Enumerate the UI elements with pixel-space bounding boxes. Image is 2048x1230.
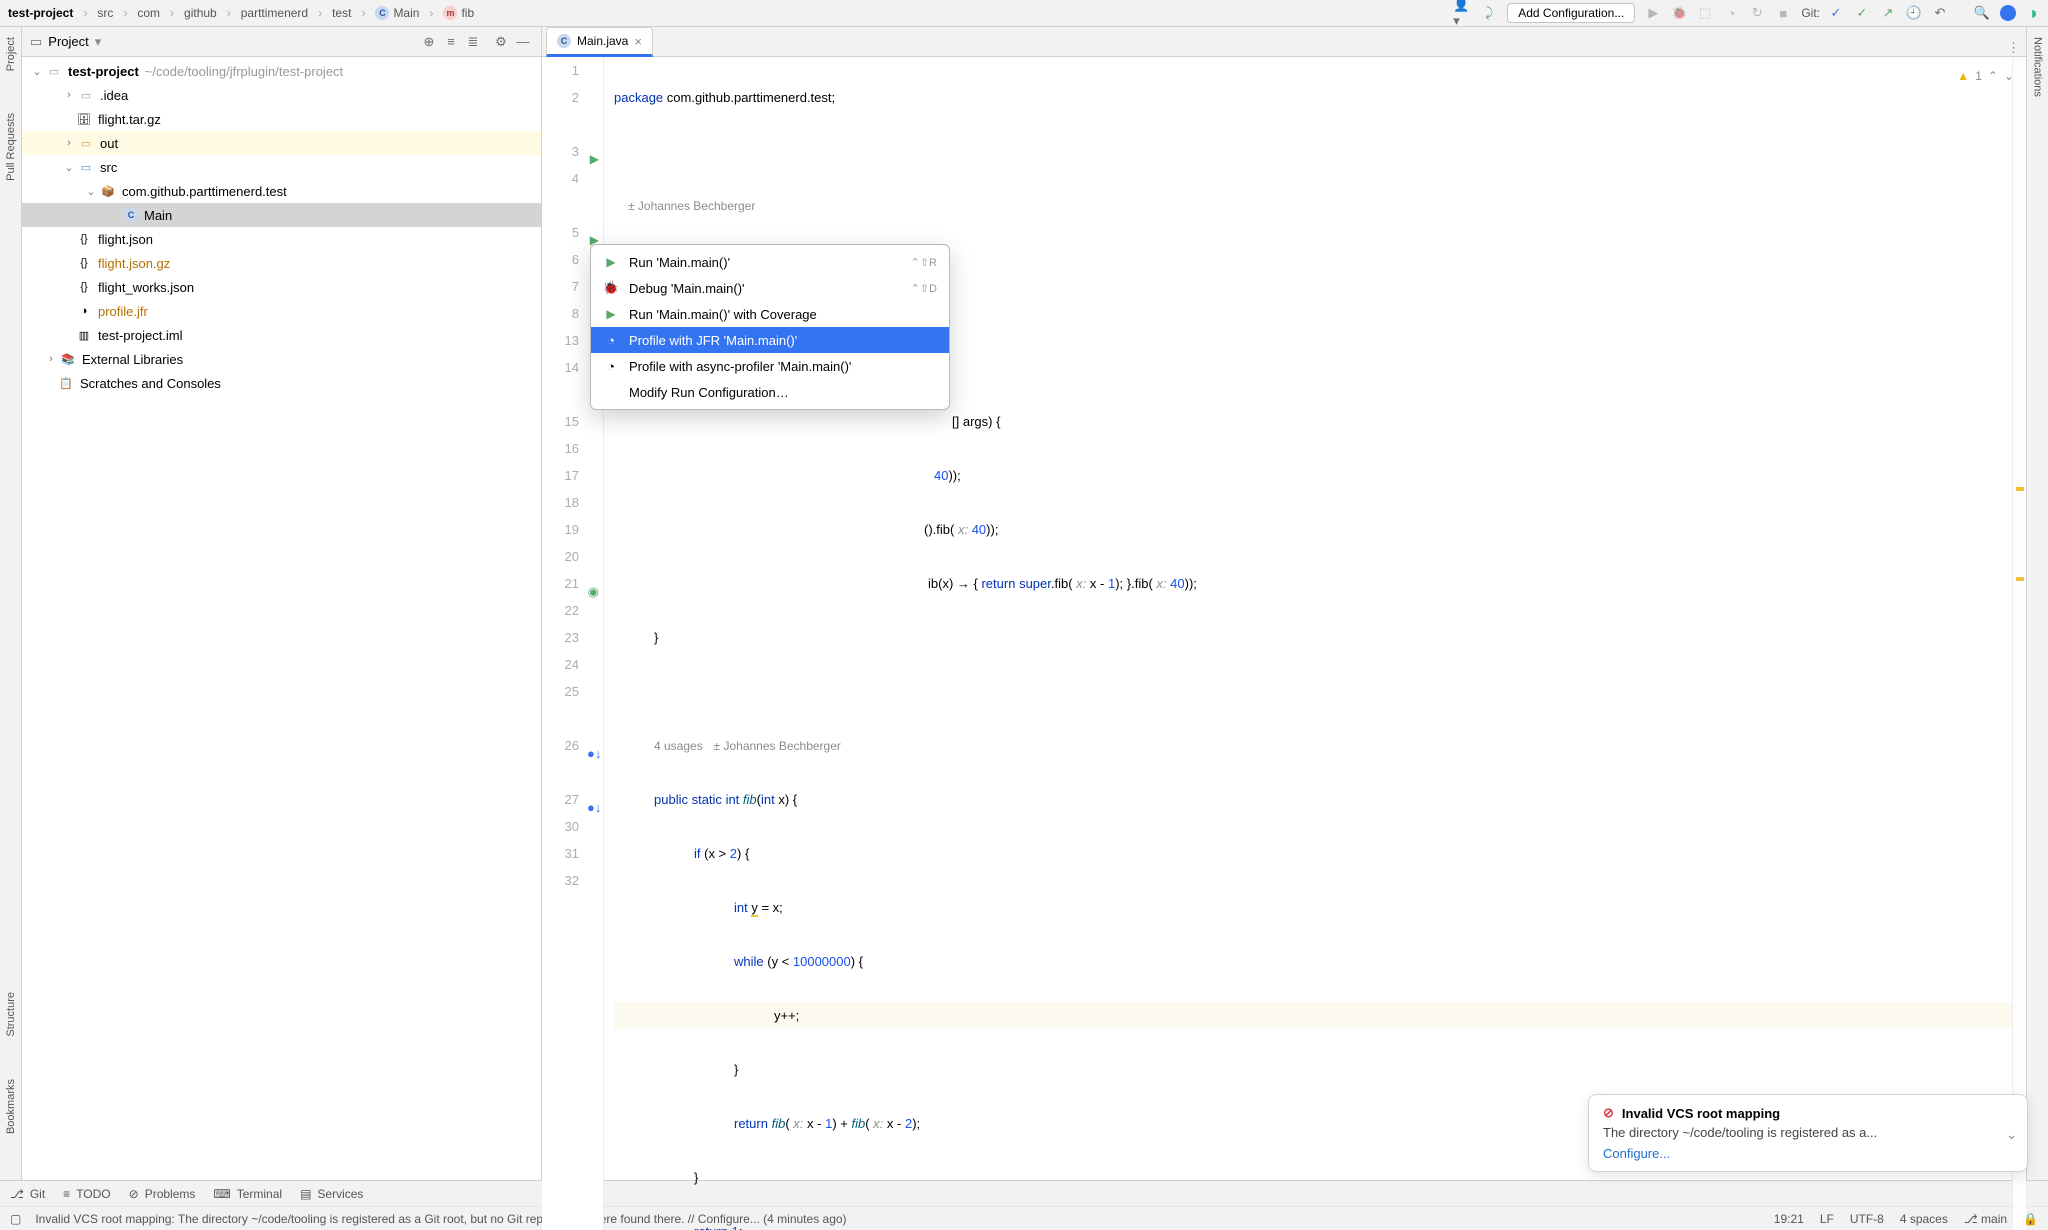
- ctx-debug[interactable]: 🐞Debug 'Main.main()'⌃⇧D: [591, 275, 949, 301]
- bc-test[interactable]: test: [328, 4, 355, 22]
- rerun-icon[interactable]: ↻: [1747, 3, 1767, 23]
- ctx-modify[interactable]: Modify Run Configuration…: [591, 379, 949, 405]
- status-icon[interactable]: ▢: [10, 1212, 21, 1226]
- tree-item-out[interactable]: ›▭out: [22, 131, 541, 155]
- tool-todo[interactable]: ≡ TODO: [63, 1187, 110, 1201]
- tool-git[interactable]: ⎇ Git: [10, 1187, 45, 1201]
- tree-item-flight-gz[interactable]: {}flight.json.gz: [22, 251, 541, 275]
- profile-icon[interactable]: ◔: [1721, 3, 1741, 23]
- rail-notifications[interactable]: Notifications: [2032, 31, 2044, 103]
- has-impl-icon[interactable]: ●↓: [587, 740, 599, 752]
- hide-icon[interactable]: —: [513, 32, 533, 52]
- notification-balloon[interactable]: ⊘Invalid VCS root mapping The directory …: [1588, 1094, 2028, 1172]
- tree-scratches[interactable]: 📋Scratches and Consoles: [22, 371, 541, 395]
- run-icon[interactable]: ▶: [1643, 3, 1663, 23]
- tree-item-flight-json[interactable]: {}flight.json: [22, 227, 541, 251]
- tree-item-pkg[interactable]: ⌄📦com.github.parttimenerd.test: [22, 179, 541, 203]
- stop-icon[interactable]: ■: [1773, 3, 1793, 23]
- next-highlight-icon[interactable]: ⌄: [2004, 63, 2014, 90]
- code-area[interactable]: ▲1 ⌃⌄ 1 2 3▶ 4 5▶ 6 7 8 13 14: [542, 57, 2026, 1230]
- rail-structure[interactable]: Structure: [5, 986, 17, 1043]
- coverage-icon[interactable]: ⬚: [1695, 3, 1715, 23]
- error-icon: ⊘: [1603, 1105, 1614, 1121]
- ai-icon[interactable]: ◗: [2024, 3, 2044, 23]
- rail-project[interactable]: Project: [5, 31, 17, 77]
- breadcrumb[interactable]: test-project› src› com› github› parttime…: [4, 4, 478, 22]
- tool-terminal[interactable]: ⌨ Terminal: [213, 1187, 282, 1201]
- tree-item-flight-works[interactable]: {}flight_works.json: [22, 275, 541, 299]
- gutter[interactable]: 1 2 3▶ 4 5▶ 6 7 8 13 14 15 16 17 18: [542, 57, 604, 1230]
- bc-github[interactable]: github: [180, 4, 221, 22]
- chevron-down-icon[interactable]: ⌄: [2006, 1127, 2017, 1143]
- rail-bookmarks[interactable]: Bookmarks: [5, 1073, 17, 1140]
- overview-ruler[interactable]: [2012, 57, 2026, 1230]
- bc-src[interactable]: src: [93, 4, 117, 22]
- editor-tabs: CMain.java× ⋮: [542, 27, 2026, 57]
- project-tool-window: ▭ Project ▾ ⊕ ≡ ≣ ⚙ — ⌄▭ test-project ~/…: [22, 27, 542, 1180]
- git-update-icon[interactable]: ✓: [1826, 3, 1846, 23]
- search-icon[interactable]: 🔍: [1972, 3, 1992, 23]
- expand-icon[interactable]: ≡: [441, 32, 461, 52]
- project-tree[interactable]: ⌄▭ test-project ~/code/tooling/jfrplugin…: [22, 57, 541, 1180]
- ctx-coverage[interactable]: ▶Run 'Main.main()' with Coverage: [591, 301, 949, 327]
- project-header: ▭ Project ▾ ⊕ ≡ ≣ ⚙ —: [22, 27, 541, 57]
- tree-root[interactable]: ⌄▭ test-project ~/code/tooling/jfrplugin…: [22, 59, 541, 83]
- git-history-icon[interactable]: 🕘: [1904, 3, 1924, 23]
- navbar: test-project› src› com› github› parttime…: [0, 0, 2048, 27]
- bc-project[interactable]: test-project: [4, 4, 77, 22]
- right-tool-rail: Notifications: [2026, 27, 2048, 1180]
- bc-com[interactable]: com: [133, 4, 164, 22]
- git-push-icon[interactable]: ↗: [1878, 3, 1898, 23]
- tab-menu-icon[interactable]: ⋮: [2007, 40, 2020, 56]
- recursive-icon[interactable]: ◉: [587, 578, 599, 590]
- left-tool-rail: Project Pull Requests Structure Bookmark…: [0, 27, 22, 1180]
- editor: CMain.java× ⋮ ▲1 ⌃⌄ 1 2 3▶ 4 5▶ 6: [542, 27, 2026, 1180]
- tool-services[interactable]: ▤ Services: [300, 1187, 363, 1201]
- run-gutter-icon-2[interactable]: ▶: [587, 227, 599, 239]
- build-icon[interactable]: ⤸: [1479, 3, 1499, 23]
- bc-main[interactable]: CMain: [371, 4, 423, 22]
- tree-item-iml[interactable]: ▥test-project.iml: [22, 323, 541, 347]
- override-icon[interactable]: ●↓: [587, 794, 599, 806]
- locate-icon[interactable]: ⊕: [419, 32, 439, 52]
- add-configuration-button[interactable]: Add Configuration...: [1507, 3, 1635, 23]
- debug-icon[interactable]: 🐞: [1669, 3, 1689, 23]
- project-view-icon[interactable]: ▭: [30, 34, 42, 50]
- user-icon[interactable]: 👤▾: [1453, 3, 1473, 23]
- settings-icon[interactable]: [1998, 3, 2018, 23]
- warning-icon: ▲: [1957, 63, 1969, 90]
- tree-item-src[interactable]: ⌄▭src: [22, 155, 541, 179]
- tree-item-tar[interactable]: 🗄flight.tar.gz: [22, 107, 541, 131]
- ctx-run[interactable]: ▶Run 'Main.main()'⌃⇧R: [591, 249, 949, 275]
- code-content[interactable]: package com.github.parttimenerd.test; ± …: [604, 57, 2012, 1230]
- collapse-icon[interactable]: ≣: [463, 32, 483, 52]
- bc-fib[interactable]: mfib: [439, 4, 478, 22]
- tree-external-libs[interactable]: ›📚External Libraries: [22, 347, 541, 371]
- ctx-profile-async[interactable]: ◔Profile with async-profiler 'Main.main(…: [591, 353, 949, 379]
- project-title[interactable]: Project: [48, 34, 88, 49]
- tree-item-idea[interactable]: ›▭.idea: [22, 83, 541, 107]
- git-label: Git:: [1801, 6, 1820, 20]
- inspection-widget[interactable]: ▲1 ⌃⌄: [1957, 63, 2014, 90]
- tab-main-java[interactable]: CMain.java×: [546, 27, 653, 57]
- tree-settings-icon[interactable]: ⚙: [491, 32, 511, 52]
- run-gutter-icon[interactable]: ▶: [587, 146, 599, 158]
- git-rollback-icon[interactable]: ↶: [1930, 3, 1950, 23]
- run-context-menu: ▶Run 'Main.main()'⌃⇧R 🐞Debug 'Main.main(…: [590, 244, 950, 410]
- notification-configure-link[interactable]: Configure...: [1603, 1146, 1670, 1161]
- tree-item-profile-jfr[interactable]: ◑profile.jfr: [22, 299, 541, 323]
- bc-pkg[interactable]: parttimenerd: [237, 4, 312, 22]
- tree-item-main[interactable]: CMain: [22, 203, 541, 227]
- git-commit-icon[interactable]: ✓: [1852, 3, 1872, 23]
- notification-body: The directory ~/code/tooling is register…: [1603, 1125, 2013, 1140]
- prev-highlight-icon[interactable]: ⌃: [1988, 63, 1998, 90]
- ctx-profile-jfr[interactable]: ◔Profile with JFR 'Main.main()': [591, 327, 949, 353]
- close-icon[interactable]: ×: [634, 34, 642, 49]
- tool-problems[interactable]: ⊘ Problems: [129, 1187, 196, 1201]
- rail-pull-requests[interactable]: Pull Requests: [5, 107, 17, 187]
